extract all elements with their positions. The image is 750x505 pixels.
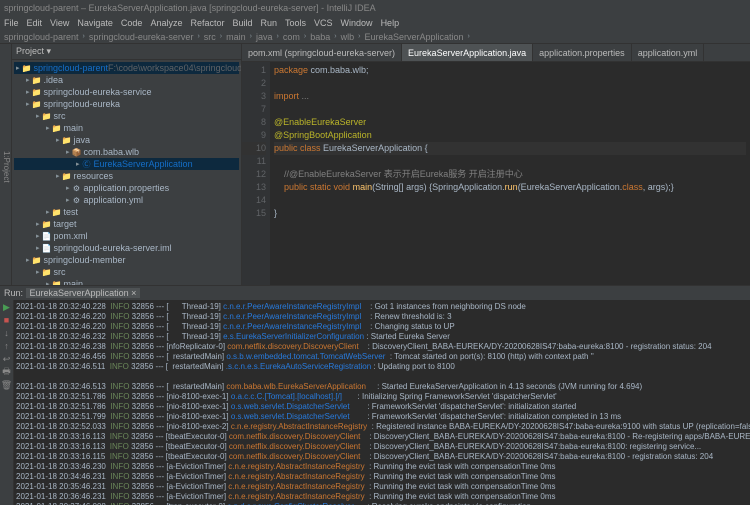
menu-analyze[interactable]: Analyze — [150, 18, 182, 28]
editor-tab[interactable]: EurekaServerApplication.java — [402, 44, 533, 61]
tree-item[interactable]: ▸📁springcloud-eureka — [14, 98, 239, 110]
tree-item[interactable]: ▸📁main — [14, 122, 239, 134]
project-tool-tab[interactable]: 1:Project — [2, 151, 11, 183]
run-label: Run: — [4, 288, 23, 298]
down-icon[interactable]: ↓ — [2, 328, 12, 338]
console-output[interactable]: 2021-01-18 20:32:40.228 INFO 32856 --- [… — [14, 300, 750, 505]
project-panel: Project ▾ ▸📁springcloud-parent F:\code\w… — [12, 44, 242, 285]
tree-item[interactable]: ▸📁springcloud-eureka-service — [14, 86, 239, 98]
tree-item[interactable]: ▸📄springcloud-eureka-server.iml — [14, 242, 239, 254]
breadcrumb: springcloud-parent›springcloud-eureka-se… — [0, 30, 750, 44]
tree-item[interactable]: ▸ⒸEurekaServerApplication — [14, 158, 239, 170]
menu-edit[interactable]: Edit — [27, 18, 43, 28]
editor-tab[interactable]: application.properties — [533, 44, 632, 61]
breadcrumb-item[interactable]: main — [226, 32, 246, 42]
breadcrumb-item[interactable]: java — [256, 32, 273, 42]
rerun-icon[interactable]: ▶ — [2, 302, 12, 312]
tree-item[interactable]: ▸📄pom.xml — [14, 230, 239, 242]
menu-build[interactable]: Build — [232, 18, 252, 28]
tree-item[interactable]: ▸📁resources — [14, 170, 239, 182]
editor-gutter: 123789101112131415 — [242, 62, 270, 285]
menu-view[interactable]: View — [50, 18, 69, 28]
menu-code[interactable]: Code — [121, 18, 143, 28]
run-toolbar: ▶ ■ ↓ ↑ ↩ 🖶 🗑 — [0, 300, 14, 505]
menu-vcs[interactable]: VCS — [314, 18, 333, 28]
tree-item[interactable]: ▸⚙application.properties — [14, 182, 239, 194]
menu-refactor[interactable]: Refactor — [190, 18, 224, 28]
code-editor[interactable]: 123789101112131415 package com.baba.wlb;… — [242, 62, 750, 285]
run-panel: Run: EurekaServerApplication × ▶ ■ ↓ ↑ ↩… — [0, 285, 750, 505]
editor-tab[interactable]: pom.xml (springcloud-eureka-server) — [242, 44, 402, 61]
menu-help[interactable]: Help — [381, 18, 400, 28]
breadcrumb-item[interactable]: src — [204, 32, 216, 42]
run-config-tab[interactable]: EurekaServerApplication × — [26, 288, 141, 298]
breadcrumb-item[interactable]: wlb — [341, 32, 355, 42]
project-panel-header[interactable]: Project ▾ — [12, 44, 241, 60]
menu-tools[interactable]: Tools — [285, 18, 306, 28]
editor-tab[interactable]: application.yml — [632, 44, 705, 61]
breadcrumb-item[interactable]: baba — [310, 32, 330, 42]
tree-item[interactable]: ▸📁springcloud-member — [14, 254, 239, 266]
menu-file[interactable]: File — [4, 18, 19, 28]
breadcrumb-item[interactable]: springcloud-parent — [4, 32, 79, 42]
tree-item[interactable]: ▸📁.idea — [14, 74, 239, 86]
print-icon[interactable]: 🖶 — [2, 367, 12, 377]
tree-item[interactable]: ▸📁java — [14, 134, 239, 146]
tree-item[interactable]: ▸⚙application.yml — [14, 194, 239, 206]
wrap-icon[interactable]: ↩ — [2, 354, 12, 364]
tree-item[interactable]: ▸📁main — [14, 278, 239, 285]
editor-tabs: pom.xml (springcloud-eureka-server)Eurek… — [242, 44, 750, 62]
breadcrumb-item[interactable]: EurekaServerApplication — [364, 32, 463, 42]
project-tree[interactable]: ▸📁springcloud-parent F:\code\workspace04… — [12, 60, 241, 285]
breadcrumb-item[interactable]: springcloud-eureka-server — [89, 32, 194, 42]
code-content[interactable]: package com.baba.wlb; import ... @Enable… — [270, 62, 750, 285]
breadcrumb-item[interactable]: com — [283, 32, 300, 42]
tree-item[interactable]: ▸📁test — [14, 206, 239, 218]
run-panel-header[interactable]: Run: EurekaServerApplication × — [0, 286, 750, 300]
up-icon[interactable]: ↑ — [2, 341, 12, 351]
window-titlebar: springcloud-parent – EurekaServerApplica… — [0, 0, 750, 16]
menu-navigate[interactable]: Navigate — [77, 18, 113, 28]
editor-area: pom.xml (springcloud-eureka-server)Eurek… — [242, 44, 750, 285]
menu-run[interactable]: Run — [261, 18, 278, 28]
menu-window[interactable]: Window — [341, 18, 373, 28]
main-menu: File Edit View Navigate Code Analyze Refactor B… — [0, 16, 750, 30]
tree-item[interactable]: ▸📁springcloud-parent F:\code\workspace04… — [14, 62, 239, 74]
tree-item[interactable]: ▸📁target — [14, 218, 239, 230]
left-toolwindow-stripe[interactable]: 1:Project — [0, 44, 12, 285]
trash-icon[interactable]: 🗑 — [2, 380, 12, 390]
tree-item[interactable]: ▸📁src — [14, 110, 239, 122]
tree-item[interactable]: ▸📦com.baba.wlb — [14, 146, 239, 158]
stop-icon[interactable]: ■ — [2, 315, 12, 325]
tree-item[interactable]: ▸📁src — [14, 266, 239, 278]
